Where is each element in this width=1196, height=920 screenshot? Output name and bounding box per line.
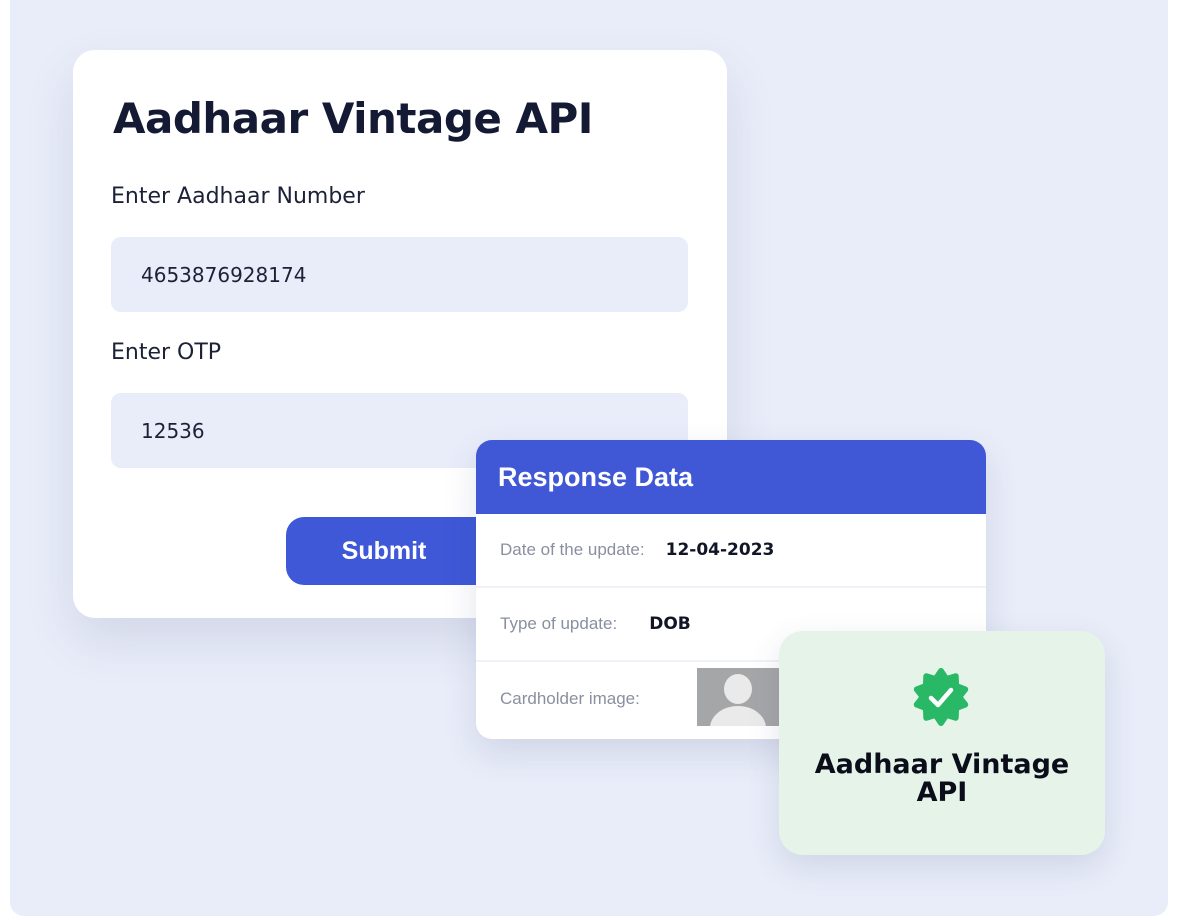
response-value: DOB bbox=[649, 614, 691, 634]
avatar-head-shape bbox=[724, 674, 752, 704]
response-value: 12-04-2023 bbox=[665, 540, 775, 560]
response-row-date: Date of the update: 12-04-2023 bbox=[476, 514, 986, 588]
verified-check-icon bbox=[913, 668, 969, 726]
avatar-body-shape bbox=[710, 706, 766, 726]
response-data-title: Response Data bbox=[476, 440, 986, 514]
otp-label: Enter OTP bbox=[111, 340, 222, 365]
form-title: Aadhaar Vintage API bbox=[113, 94, 593, 143]
response-key: Type of update: bbox=[500, 614, 618, 633]
response-key: Date of the update: bbox=[500, 540, 645, 559]
response-key: Cardholder image: bbox=[500, 689, 640, 708]
success-title: Aadhaar Vintage API bbox=[814, 749, 1070, 808]
aadhaar-number-input[interactable]: 4653876928174 bbox=[111, 237, 688, 312]
cardholder-avatar-image bbox=[697, 668, 779, 726]
success-card: Aadhaar Vintage API bbox=[779, 631, 1105, 855]
aadhaar-number-label: Enter Aadhaar Number bbox=[111, 184, 365, 209]
